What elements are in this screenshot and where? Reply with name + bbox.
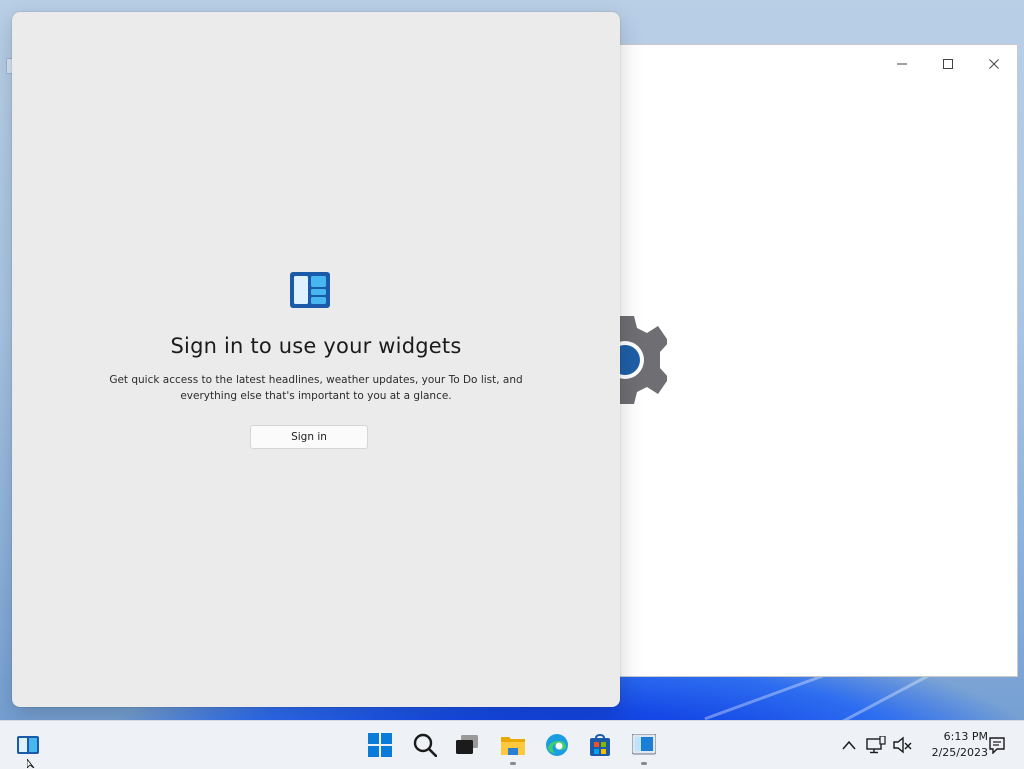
minimize-button[interactable]	[879, 49, 925, 79]
chevron-up-icon	[842, 740, 856, 750]
widgets-icon	[290, 272, 330, 308]
edge-icon	[546, 734, 568, 756]
edge-button[interactable]	[541, 729, 573, 761]
start-icon	[368, 733, 392, 757]
volume-muted-icon	[893, 736, 912, 754]
file-explorer-icon	[501, 737, 525, 755]
running-indicator	[510, 762, 516, 765]
network-icon	[866, 736, 886, 754]
taskbar: 6:13 PM 2/25/2023	[0, 720, 1024, 769]
maximize-button[interactable]	[925, 49, 971, 79]
mouse-cursor-icon	[27, 759, 35, 768]
settings-app-button[interactable]	[628, 729, 660, 765]
signin-description: Get quick access to the latest headlines…	[109, 374, 523, 402]
widgets-panel: Sign in to use your widgets Get quick ac…	[12, 12, 620, 707]
notification-icon	[989, 737, 1005, 754]
clock-date: 2/25/2023	[931, 746, 988, 759]
taskbar-widgets-button[interactable]	[12, 729, 44, 761]
task-view-button[interactable]	[451, 729, 483, 761]
search-button[interactable]	[409, 729, 441, 761]
maximize-icon	[943, 59, 953, 69]
volume-button[interactable]	[891, 734, 913, 756]
settings-window	[583, 44, 1018, 677]
microsoft-store-button[interactable]	[584, 729, 616, 761]
signin-button[interactable]: Sign in	[250, 425, 368, 449]
settings-app-icon	[632, 734, 656, 755]
minimize-icon	[897, 63, 907, 65]
widgets-icon	[17, 736, 39, 754]
show-hidden-icons-button[interactable]	[838, 734, 860, 756]
search-icon	[413, 733, 437, 757]
close-button[interactable]	[971, 49, 1017, 79]
microsoft-store-icon	[590, 734, 610, 756]
start-button[interactable]	[364, 729, 396, 761]
running-indicator	[641, 762, 647, 765]
notification-button[interactable]	[986, 734, 1008, 756]
file-explorer-button[interactable]	[497, 729, 529, 765]
task-view-icon	[456, 735, 478, 754]
signin-title: Sign in to use your widgets	[170, 334, 462, 358]
network-button[interactable]	[865, 734, 887, 756]
clock-time: 6:13 PM	[943, 730, 988, 743]
taskbar-clock[interactable]: 6:13 PM 2/25/2023	[918, 729, 988, 761]
close-icon	[989, 59, 999, 69]
